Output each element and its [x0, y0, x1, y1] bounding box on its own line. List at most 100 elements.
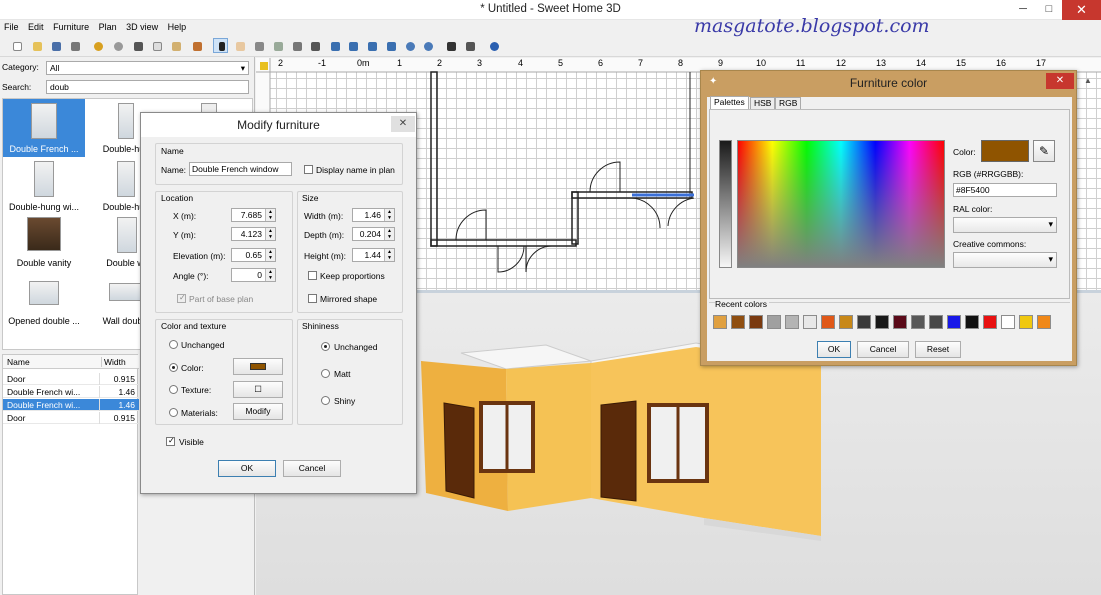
recent-color-swatch[interactable] [731, 315, 745, 329]
height-field[interactable]: 1.44 ▲ ▼ [352, 248, 395, 262]
eyedropper-icon[interactable]: ✎ [1033, 140, 1055, 162]
redo-icon[interactable] [110, 38, 125, 53]
zoom-in-icon[interactable] [402, 38, 417, 53]
recent-color-swatch[interactable] [983, 315, 997, 329]
mirrored-checkbox[interactable] [308, 294, 317, 303]
spinner-icon[interactable]: ▲ ▼ [384, 249, 394, 261]
add-text-icon[interactable] [327, 38, 342, 53]
maximize-button[interactable]: □ [1036, 0, 1062, 18]
category-select[interactable]: All ▾ [46, 61, 249, 75]
menu-file[interactable]: File [4, 20, 19, 35]
column-name[interactable]: Name [7, 357, 30, 367]
preferences-icon[interactable] [67, 38, 82, 53]
open-icon[interactable] [29, 38, 44, 53]
recent-color-swatch[interactable] [893, 315, 907, 329]
table-row[interactable]: Double French wi... 1.46 [3, 386, 139, 398]
tab-palettes[interactable]: Palettes [710, 96, 749, 109]
y-field[interactable]: 4.123 ▲ ▼ [231, 227, 276, 241]
save-icon[interactable] [48, 38, 63, 53]
add-furniture-icon[interactable] [189, 38, 204, 53]
select-mode-icon[interactable] [213, 38, 228, 53]
recent-color-swatch[interactable] [839, 315, 853, 329]
recent-color-swatch[interactable] [1037, 315, 1051, 329]
menu-3d-view[interactable]: 3D view [126, 20, 158, 35]
recent-color-swatch[interactable] [857, 315, 871, 329]
pan-mode-icon[interactable] [232, 38, 247, 53]
create-polylines-icon[interactable] [289, 38, 304, 53]
color-spectrum[interactable] [737, 140, 945, 268]
table-row[interactable]: Double French wi... 1.46 [3, 399, 139, 411]
cancel-button[interactable]: Cancel [283, 460, 341, 477]
create-walls-icon[interactable] [251, 38, 266, 53]
recent-color-swatch[interactable] [875, 315, 889, 329]
help-icon[interactable] [486, 38, 501, 53]
close-icon[interactable]: ✕ [391, 116, 415, 132]
name-field[interactable]: Double French window [189, 162, 292, 176]
texture-radio[interactable] [169, 385, 178, 394]
minimize-button[interactable]: ─ [1010, 0, 1036, 18]
close-icon[interactable]: ✕ [1046, 73, 1074, 89]
ok-button[interactable]: OK [817, 341, 851, 358]
paste-icon[interactable] [168, 38, 183, 53]
recent-color-swatch[interactable] [1001, 315, 1015, 329]
cancel-button[interactable]: Cancel [857, 341, 909, 358]
color-button[interactable] [233, 358, 283, 375]
search-input[interactable]: doub [46, 80, 249, 94]
recent-color-swatch[interactable] [713, 315, 727, 329]
color-radio[interactable] [169, 363, 178, 372]
catalog-item[interactable]: Double French ... [3, 99, 85, 157]
shiny-radio[interactable] [321, 396, 330, 405]
materials-radio[interactable] [169, 408, 178, 417]
shininess-unchanged-radio[interactable] [321, 342, 330, 351]
recent-color-swatch[interactable] [785, 315, 799, 329]
recent-color-swatch[interactable] [767, 315, 781, 329]
matt-radio[interactable] [321, 369, 330, 378]
copy-icon[interactable] [149, 38, 164, 53]
rgb-field[interactable]: #8F5400 [953, 183, 1057, 197]
base-plan-checkbox[interactable]: ✓ [177, 293, 186, 303]
recent-color-swatch[interactable] [929, 315, 943, 329]
create-video-icon[interactable] [462, 38, 477, 53]
column-width[interactable]: Width [101, 357, 126, 367]
brightness-slider[interactable] [719, 140, 732, 268]
spinner-icon[interactable]: ▲ ▼ [384, 209, 394, 221]
menu-help[interactable]: Help [168, 20, 187, 35]
decrease-text-icon[interactable] [364, 38, 379, 53]
tab-hsb[interactable]: HSB [750, 97, 776, 109]
catalog-item[interactable]: Double vanity [3, 213, 85, 271]
menu-edit[interactable]: Edit [28, 20, 44, 35]
ok-button[interactable]: OK [218, 460, 276, 477]
recent-color-swatch[interactable] [947, 315, 961, 329]
recent-color-swatch[interactable] [821, 315, 835, 329]
angle-field[interactable]: 0 ▲ ▼ [231, 268, 276, 282]
table-row[interactable]: Door 0.915 [3, 412, 139, 424]
menu-furniture[interactable]: Furniture [53, 20, 89, 35]
depth-field[interactable]: 0.204 ▲ ▼ [352, 227, 395, 241]
width-field[interactable]: 1.46 ▲ ▼ [352, 208, 395, 222]
catalog-item[interactable]: Double-hung wi... [3, 157, 85, 215]
create-rooms-icon[interactable] [270, 38, 285, 53]
spinner-icon[interactable]: ▲ ▼ [384, 228, 394, 240]
recent-color-swatch[interactable] [965, 315, 979, 329]
create-dimensions-icon[interactable] [307, 38, 322, 53]
undo-icon[interactable] [90, 38, 105, 53]
zoom-out-icon[interactable] [420, 38, 435, 53]
x-field[interactable]: 7.685 ▲ ▼ [231, 208, 276, 222]
unchanged-radio[interactable] [169, 340, 178, 349]
spinner-icon[interactable]: ▲ ▼ [265, 228, 275, 240]
keep-proportions-checkbox[interactable] [308, 271, 317, 280]
scroll-up-icon[interactable]: ▲ [1084, 76, 1092, 85]
display-name-checkbox[interactable] [304, 165, 313, 174]
ral-select[interactable]: ▾ [953, 217, 1057, 233]
elevation-field[interactable]: 0.65 ▲ ▼ [231, 248, 276, 262]
spinner-icon[interactable]: ▲ ▼ [265, 209, 275, 221]
spinner-icon[interactable]: ▲ ▼ [265, 249, 275, 261]
texture-button[interactable]: ☐ [233, 381, 283, 398]
modify-materials-button[interactable]: Modify [233, 403, 283, 420]
spinner-icon[interactable]: ▲ ▼ [265, 269, 275, 281]
reset-button[interactable]: Reset [915, 341, 961, 358]
cut-icon[interactable] [130, 38, 145, 53]
increase-text-icon[interactable] [345, 38, 360, 53]
creative-commons-select[interactable]: ▾ [953, 252, 1057, 268]
bold-text-icon[interactable] [383, 38, 398, 53]
